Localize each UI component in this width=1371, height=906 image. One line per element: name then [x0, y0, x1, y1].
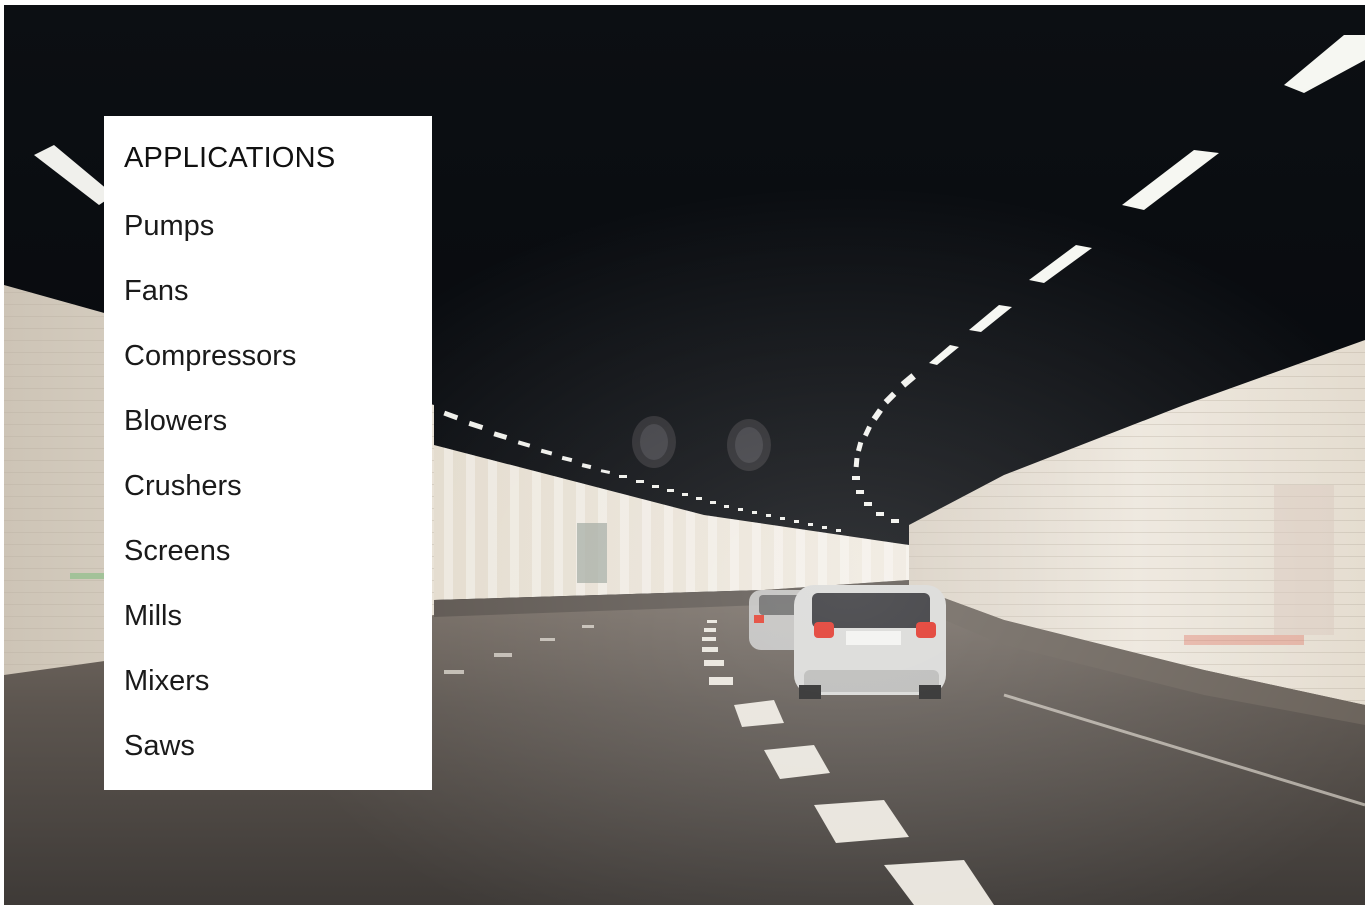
list-item-fans[interactable]: Fans: [124, 271, 188, 311]
list-item-mixers[interactable]: Mixers: [124, 661, 209, 701]
list-item-compressors[interactable]: Compressors: [124, 336, 296, 376]
list-item-saws[interactable]: Saws: [124, 726, 195, 766]
list-item-mills[interactable]: Mills: [124, 596, 182, 636]
list-item-blowers[interactable]: Blowers: [124, 401, 227, 441]
list-item-screens[interactable]: Screens: [124, 531, 230, 571]
list-item-pumps[interactable]: Pumps: [124, 206, 214, 246]
applications-title: APPLICATIONS: [124, 142, 336, 174]
applications-panel: APPLICATIONS Pumps Fans Compressors Blow…: [104, 116, 432, 790]
list-item-crushers[interactable]: Crushers: [124, 466, 242, 506]
